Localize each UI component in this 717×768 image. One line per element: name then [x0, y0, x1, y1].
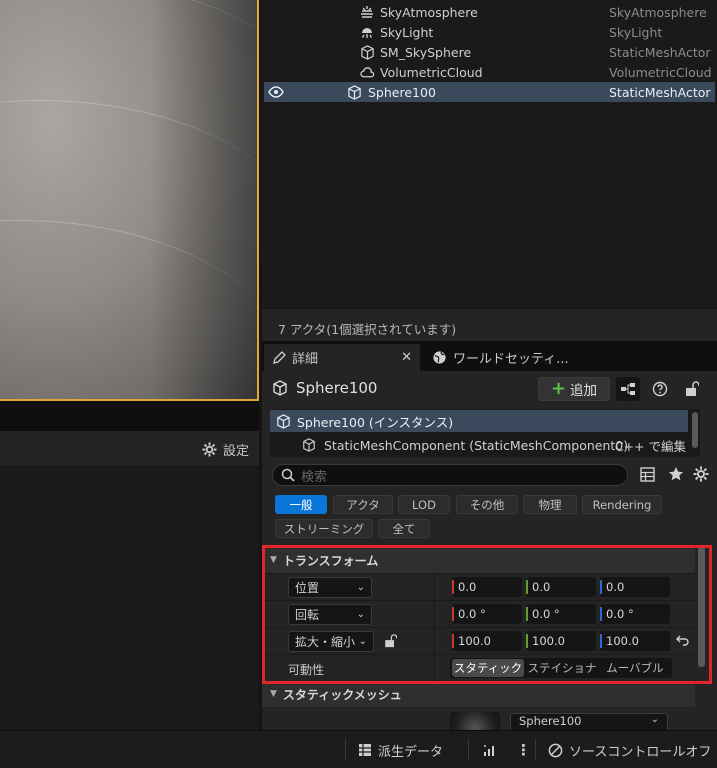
- outliner-status: 7 アクタ(1個選択されています): [262, 308, 717, 341]
- grid-view-icon[interactable]: [640, 467, 655, 485]
- tab-label: ワールドセッティ...: [453, 352, 569, 367]
- outliner-row-selected[interactable]: Sphere100 StaticMeshActor: [264, 82, 715, 102]
- filter-actor[interactable]: アクタ: [333, 495, 393, 514]
- outliner-row[interactable]: SM_SkySphere StaticMeshActor: [264, 42, 715, 62]
- edit-cpp-link[interactable]: C++ で編集: [615, 436, 686, 455]
- world-outliner: SkyAtmosphere SkyAtmosphere SkyLight Sky…: [262, 0, 717, 308]
- chevron-down-icon: ⌄: [650, 714, 659, 725]
- outliner-row[interactable]: SkyLight SkyLight: [264, 22, 715, 42]
- star-icon[interactable]: [668, 466, 684, 485]
- tab-world-settings[interactable]: ワールドセッティ...: [424, 344, 584, 371]
- filter-all[interactable]: 全て: [378, 519, 430, 538]
- database-icon: [359, 744, 371, 756]
- static-mesh-icon: [303, 438, 315, 452]
- outliner-type: StaticMeshActor: [609, 44, 711, 60]
- static-mesh-icon: [346, 84, 362, 100]
- filter-general[interactable]: 一般: [275, 495, 327, 514]
- instance-label: Sphere100 (インスタンス): [297, 414, 454, 430]
- add-component-button[interactable]: + 追加: [538, 377, 610, 401]
- component-instance-row[interactable]: Sphere100 (インスタンス): [270, 410, 688, 432]
- filter-rendering[interactable]: Rendering: [582, 495, 662, 514]
- gear-icon[interactable]: [693, 466, 709, 485]
- blueprint-button[interactable]: [616, 377, 640, 401]
- lock-button[interactable]: [680, 377, 704, 401]
- cloud-icon: [359, 64, 375, 80]
- static-mesh-icon: [277, 413, 290, 429]
- panel-tabs: 詳細 ✕ ワールドセッティ...: [262, 341, 717, 371]
- outliner-name: SM_SkySphere: [380, 44, 472, 60]
- separator: [345, 739, 346, 761]
- help-button[interactable]: [648, 377, 672, 401]
- source-control-label: ソースコントロールオフ: [569, 744, 712, 760]
- outliner-type: VolumetricCloud: [609, 64, 712, 80]
- static-mesh-icon: [359, 44, 375, 60]
- search-icon: [281, 468, 295, 482]
- trace-button[interactable]: [483, 731, 497, 768]
- signal-icon: [484, 745, 494, 756]
- derived-data-label: 派生データ: [378, 744, 444, 760]
- outliner-name: SkyLight: [380, 24, 434, 40]
- unlock-icon: [686, 381, 699, 396]
- separator: [468, 739, 469, 761]
- outliner-row[interactable]: SkyAtmosphere SkyAtmosphere: [264, 2, 715, 22]
- outliner-row[interactable]: VolumetricCloud VolumetricCloud: [264, 62, 715, 82]
- outliner-type: SkyAtmosphere: [609, 4, 707, 20]
- gear-icon: [202, 441, 217, 457]
- details-search-input[interactable]: 検索: [272, 464, 628, 486]
- filter-misc[interactable]: その他: [456, 495, 518, 514]
- static-mesh-icon: [273, 380, 287, 396]
- outliner-name: VolumetricCloud: [380, 64, 483, 80]
- category-title: スタティックメッシュ: [282, 687, 402, 702]
- pencil-icon: [273, 350, 286, 364]
- eye-icon[interactable]: [268, 84, 284, 100]
- add-label: 追加: [570, 383, 598, 399]
- component-label: StaticMeshComponent (StaticMeshComponent…: [324, 437, 629, 453]
- help-icon: [652, 381, 668, 397]
- globe-icon: [433, 351, 446, 364]
- component-scrollbar[interactable]: [692, 412, 698, 448]
- tab-label: 詳細: [292, 352, 319, 367]
- filter-physics[interactable]: 物理: [523, 495, 577, 514]
- static-mesh-category-header[interactable]: ▼ スタティックメッシュ: [262, 681, 695, 707]
- plus-icon: +: [550, 378, 567, 399]
- status-bar: 派生データ ⋮ ソースコントロールオフ: [0, 730, 717, 768]
- outliner-type: SkyLight: [609, 24, 663, 40]
- mesh-thumbnail[interactable]: [450, 712, 500, 730]
- source-control-button[interactable]: ソースコントロールオフ: [548, 731, 711, 768]
- static-mesh-asset-picker[interactable]: Sphere100 ⌄: [510, 713, 668, 730]
- close-icon[interactable]: ✕: [401, 350, 412, 365]
- component-row[interactable]: StaticMeshComponent (StaticMeshComponent…: [270, 434, 688, 456]
- settings-button[interactable]: 設定: [202, 439, 249, 459]
- component-list: Sphere100 (インスタンス) StaticMeshComponent (…: [270, 409, 700, 457]
- filter-streaming[interactable]: ストリーミング: [275, 519, 373, 538]
- filter-lod[interactable]: LOD: [398, 495, 450, 514]
- search-placeholder: 検索: [301, 469, 328, 485]
- content-area: [0, 467, 259, 730]
- outliner-name: SkyAtmosphere: [380, 4, 478, 20]
- level-viewport[interactable]: [0, 0, 259, 401]
- object-title: Sphere100: [272, 379, 377, 397]
- outliner-name: Sphere100: [368, 84, 436, 100]
- derived-data-button[interactable]: 派生データ: [358, 731, 443, 768]
- collapse-arrow-icon: ▼: [270, 689, 277, 699]
- sphere-shadow: [150, 0, 257, 399]
- tab-details[interactable]: 詳細 ✕: [264, 344, 420, 371]
- object-name: Sphere100: [296, 379, 378, 397]
- separator: [535, 739, 536, 761]
- viewport-footer: [0, 401, 259, 431]
- settings-label: 設定: [222, 443, 249, 459]
- asset-name: Sphere100: [519, 714, 582, 728]
- outliner-type: StaticMeshActor: [609, 84, 711, 100]
- sky-light-icon: [359, 24, 375, 40]
- prohibited-icon: [548, 743, 563, 757]
- sky-atmosphere-icon: [359, 4, 375, 20]
- hierarchy-icon: [621, 383, 635, 395]
- content-toolbar: 設定: [0, 431, 259, 467]
- highlight-box: [262, 545, 712, 684]
- more-options-icon[interactable]: ⋮: [516, 731, 531, 768]
